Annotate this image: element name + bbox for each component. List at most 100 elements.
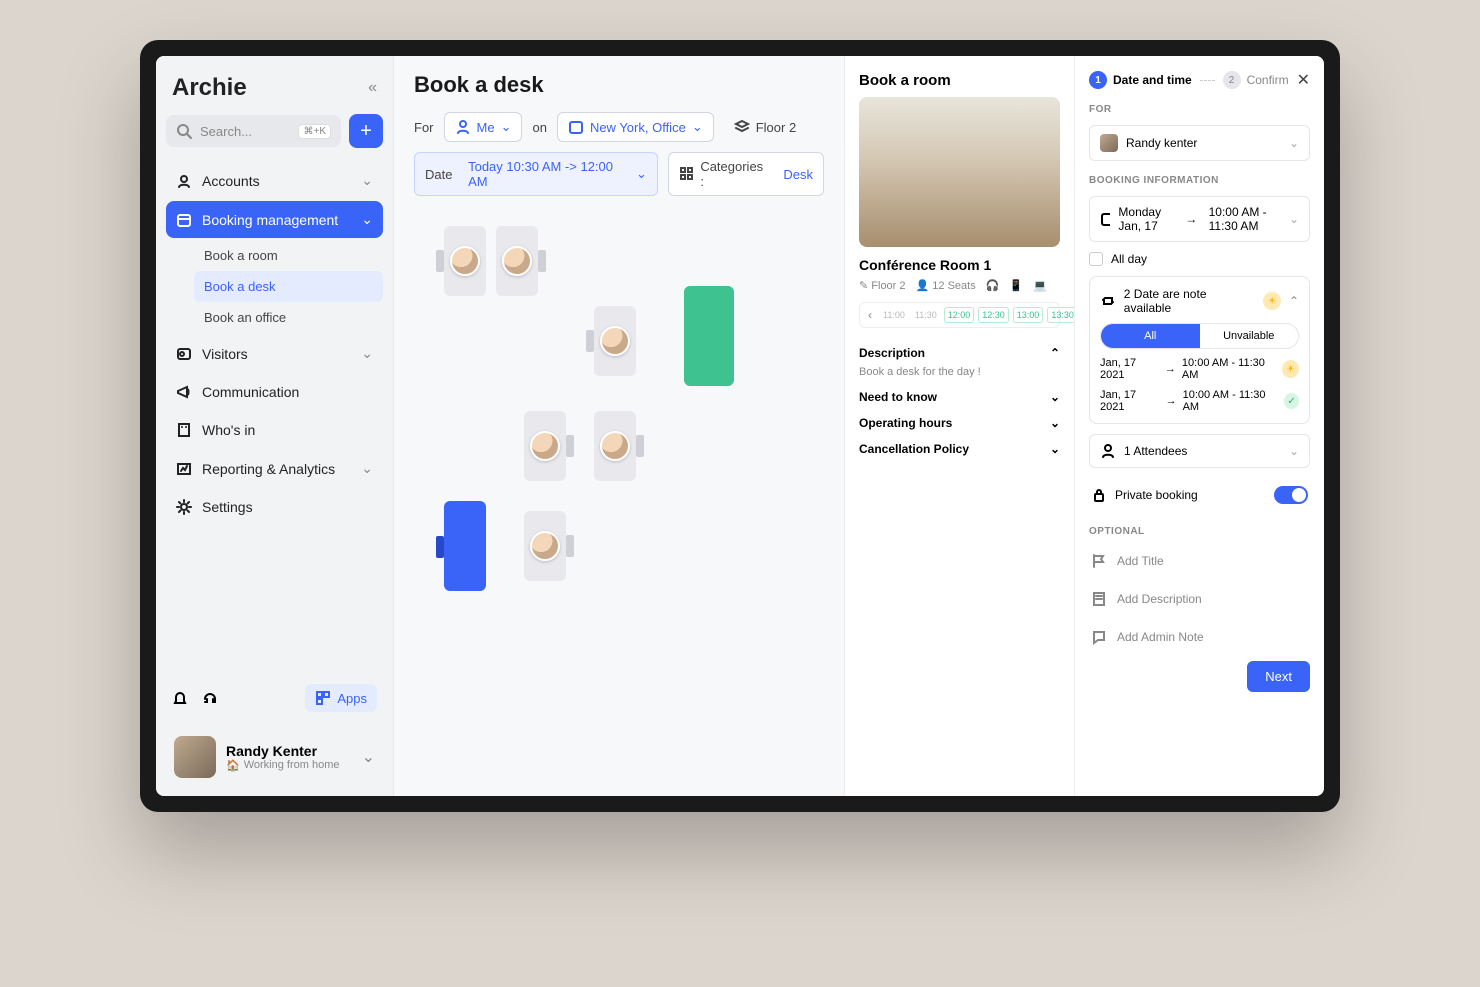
brand-logo: Archie [172, 74, 247, 102]
apps-icon [315, 690, 331, 706]
floor-plan[interactable] [414, 216, 824, 780]
grid-icon [679, 166, 694, 182]
time-slot[interactable]: 11:00 [880, 308, 908, 322]
main-content: Book a desk For Me ⌄ on New York, Office… [394, 56, 844, 796]
section-description[interactable]: Description⌃ [859, 340, 1060, 366]
note-icon [1091, 591, 1107, 607]
for-selector[interactable]: Randy kenter⌄ [1089, 125, 1310, 161]
time-slot[interactable]: 13:30 [1047, 307, 1074, 323]
avatar [600, 326, 630, 356]
time-slot-scroller[interactable]: ‹ 11:00 11:30 12:00 12:30 13:00 13:30 14… [859, 302, 1060, 328]
amenity-screen-icon: 💻 [1033, 279, 1047, 292]
date-time-field[interactable]: Monday Jan, 17 → 10:00 AM - 11:30 AM ⌄ [1089, 196, 1310, 242]
nav-book-desk[interactable]: Book a desk [194, 271, 383, 302]
time-slot[interactable]: 12:00 [944, 307, 975, 323]
floor-selector[interactable]: Floor 2 [724, 113, 806, 141]
seg-unavailable[interactable]: Unvailable [1200, 324, 1299, 348]
avatar [530, 531, 560, 561]
nav-communication[interactable]: Communication [166, 374, 383, 410]
desk-handle [586, 330, 594, 352]
collapse-sidebar-icon[interactable]: « [368, 79, 377, 97]
location-selector[interactable]: New York, Office ⌄ [557, 112, 714, 142]
add-admin-note[interactable]: Add Admin Note [1089, 623, 1310, 651]
availability-filter[interactable]: All Unvailable [1100, 323, 1299, 349]
profile-status: 🏠 Working from home [226, 759, 339, 772]
chevron-down-icon: ⌄ [361, 460, 373, 477]
desk-available[interactable] [684, 286, 734, 386]
avatar [530, 431, 560, 461]
page-title: Book a desk [414, 72, 824, 98]
calendar-icon [1100, 211, 1110, 227]
chart-icon [176, 461, 192, 477]
amenity-headset-icon: 🎧 [986, 279, 1000, 292]
add-button[interactable]: + [349, 114, 383, 148]
chat-icon [1091, 629, 1107, 645]
add-description[interactable]: Add Description [1089, 585, 1310, 613]
date-filter[interactable]: Date Today 10:30 AM -> 12:00 AM ⌄ [414, 152, 658, 196]
apps-button[interactable]: Apps [305, 684, 377, 712]
all-day-checkbox[interactable]: All day [1089, 252, 1310, 266]
desk-handle [436, 250, 444, 272]
desk-selected[interactable] [444, 501, 486, 591]
add-title[interactable]: Add Title [1089, 547, 1310, 575]
for-label: FOR [1089, 104, 1310, 115]
nav-reporting[interactable]: Reporting & Analytics ⌄ [166, 450, 383, 487]
room-name: Conférence Room 1 [859, 257, 1060, 273]
nav-accounts[interactable]: Accounts ⌄ [166, 162, 383, 199]
section-cancellation[interactable]: Cancellation Policy⌄ [859, 436, 1060, 462]
time-slot[interactable]: 11:30 [912, 308, 940, 322]
filter-row: For Me ⌄ on New York, Office ⌄ Floor 2 [414, 112, 824, 142]
private-toggle[interactable] [1274, 486, 1308, 504]
prev-time-icon[interactable]: ‹ [864, 308, 876, 322]
profile-card[interactable]: Randy Kenter 🏠 Working from home ⌄ [166, 728, 383, 786]
user-icon [176, 173, 192, 189]
nav-whos-in[interactable]: Who's in [166, 412, 383, 448]
bell-icon[interactable] [172, 690, 188, 706]
id-icon [176, 346, 192, 362]
chevron-down-icon: ⌄ [361, 211, 373, 228]
nav-book-room[interactable]: Book a room [194, 240, 383, 271]
step-1[interactable]: 1Date and time [1089, 71, 1192, 89]
chevron-down-icon: ⌄ [1289, 444, 1299, 458]
nav-book-office[interactable]: Book an office [194, 302, 383, 333]
slot-row: Jan, 17 2021 → 10:00 AM - 11:30 AM ✓ [1100, 389, 1299, 413]
amenity-phone-icon: 📱 [1009, 279, 1023, 292]
building-icon [176, 422, 192, 438]
desk-handle [436, 536, 444, 558]
chevron-down-icon: ⌄ [1050, 442, 1060, 456]
layers-icon [734, 119, 750, 135]
close-icon[interactable]: ✕ [1297, 70, 1310, 90]
description-text: Book a desk for the day ! [859, 366, 1060, 384]
nav: Accounts ⌄ Booking management ⌄ Book a r… [166, 162, 383, 525]
profile-name: Randy Kenter [226, 743, 339, 759]
next-button[interactable]: Next [1247, 661, 1310, 692]
nav-settings[interactable]: Settings [166, 489, 383, 525]
nav-booking-management[interactable]: Booking management ⌄ [166, 201, 383, 238]
user-icon [1100, 443, 1116, 459]
nav-visitors[interactable]: Visitors ⌄ [166, 335, 383, 372]
lock-icon [1091, 487, 1107, 503]
search-shortcut: ⌘+K [298, 124, 331, 139]
search-input[interactable]: Search... ⌘+K [166, 115, 341, 147]
for-selector[interactable]: Me ⌄ [444, 112, 523, 142]
check-icon: ✓ [1284, 393, 1299, 409]
gear-icon [176, 499, 192, 515]
booking-form-panel: 1Date and time 2Confirm ✕ FOR Randy kent… [1074, 56, 1324, 796]
section-need-to-know[interactable]: Need to know⌄ [859, 384, 1060, 410]
desk-handle [636, 435, 644, 457]
seg-all[interactable]: All [1101, 324, 1200, 348]
section-operating-hours[interactable]: Operating hours⌄ [859, 410, 1060, 436]
chevron-up-icon[interactable]: ⌃ [1289, 294, 1299, 308]
time-slot[interactable]: 13:00 [1013, 307, 1044, 323]
desk-handle [538, 250, 546, 272]
warn-text: 2 Date are note available [1124, 287, 1255, 315]
step-2[interactable]: 2Confirm [1223, 71, 1289, 89]
room-image [859, 97, 1060, 247]
category-filter[interactable]: Categories : Desk [668, 152, 824, 196]
time-slot[interactable]: 12:30 [978, 307, 1009, 323]
warning-icon: ☀ [1282, 360, 1299, 378]
chevron-down-icon: ⌄ [1289, 136, 1299, 150]
avatar [174, 736, 216, 778]
headset-icon[interactable] [202, 690, 218, 706]
attendees-field[interactable]: 1 Attendees⌄ [1089, 434, 1310, 468]
